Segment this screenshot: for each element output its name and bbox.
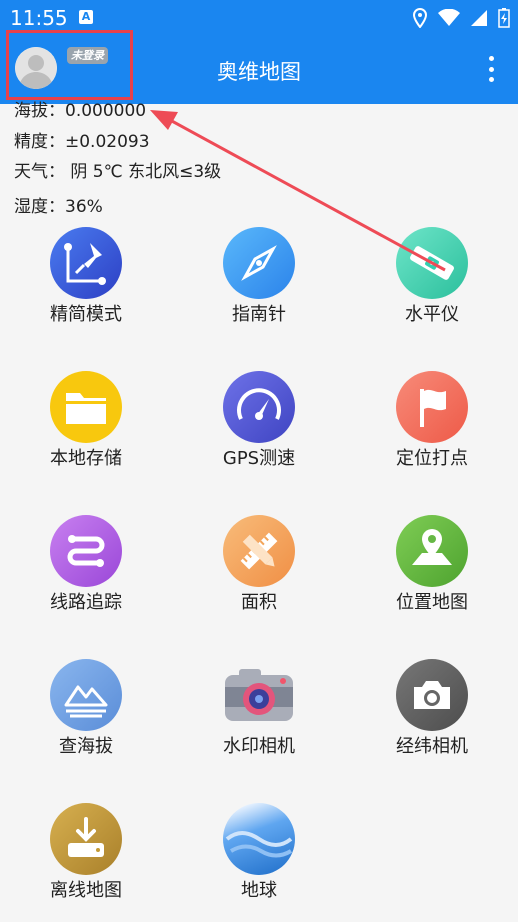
ruler-pencil-icon: [223, 515, 295, 587]
more-menu-button[interactable]: [486, 56, 496, 82]
tool-label: 经纬相机: [396, 736, 468, 757]
default-avatar-icon: [15, 47, 57, 89]
signal-icon: [471, 10, 487, 26]
accuracy-text: 精度：±0.02093: [14, 132, 150, 152]
tool-label: 精简模式: [50, 304, 122, 325]
camera-watermark-icon: [223, 659, 295, 731]
tool-label: 地球: [241, 880, 277, 901]
level-icon: [396, 227, 468, 299]
more-dot-icon: [488, 77, 494, 82]
earth-icon: [223, 803, 295, 875]
tool-label: 面积: [241, 592, 277, 613]
tool-label: 水平仪: [405, 304, 459, 325]
simple-mode-icon: [50, 227, 122, 299]
tool-latlng-camera[interactable]: 经纬相机: [346, 654, 518, 774]
tool-label: GPS测速: [222, 448, 296, 469]
flag-icon: [396, 371, 468, 443]
user-login-area[interactable]: 未登录: [6, 30, 133, 100]
tool-route-tracking[interactable]: 线路追踪: [0, 510, 172, 630]
tool-local-storage[interactable]: 本地存储: [0, 366, 172, 486]
tool-offline-map[interactable]: 离线地图: [0, 798, 172, 918]
humidity-text: 湿度：36%: [14, 197, 103, 217]
tool-label: 位置地图: [396, 592, 468, 613]
tool-label: 离线地图: [50, 880, 122, 901]
tool-label: 水印相机: [223, 736, 295, 757]
battery-icon: [498, 8, 510, 28]
more-dot-icon: [488, 56, 494, 61]
notification-a-icon: A: [79, 10, 93, 24]
mountain-icon: [50, 659, 122, 731]
folder-icon: [50, 371, 122, 443]
tool-label: 查海拔: [59, 736, 113, 757]
download-icon: [50, 803, 122, 875]
location-icon: [412, 8, 428, 28]
avatar[interactable]: [15, 47, 57, 89]
status-time: 11:55: [10, 6, 68, 30]
compass-icon: [223, 227, 295, 299]
speedometer-icon: [223, 371, 295, 443]
tool-label: 线路追踪: [50, 592, 122, 613]
tool-label: 本地存储: [50, 448, 122, 469]
tool-compass[interactable]: 指南针: [173, 222, 345, 342]
login-status-badge[interactable]: 未登录: [67, 47, 108, 64]
tool-label: 指南针: [232, 304, 286, 325]
tool-altitude[interactable]: 查海拔: [0, 654, 172, 774]
tool-watermark-camera[interactable]: 水印相机: [173, 654, 345, 774]
wifi-icon: [438, 9, 460, 26]
tool-label: 定位打点: [396, 448, 468, 469]
tool-level[interactable]: 水平仪: [346, 222, 518, 342]
map-pin-icon: [396, 515, 468, 587]
tool-area[interactable]: 面积: [173, 510, 345, 630]
tool-simple-mode[interactable]: 精简模式: [0, 222, 172, 342]
tool-location-mark[interactable]: 定位打点: [346, 366, 518, 486]
more-dot-icon: [488, 66, 494, 72]
route-icon: [50, 515, 122, 587]
camera-icon: [396, 659, 468, 731]
altitude-text: 海拔：0.000000: [14, 101, 147, 121]
tool-gps-speed[interactable]: GPS测速: [173, 366, 345, 486]
weather-text: 天气： 阴 5℃ 东北风≤3级: [14, 162, 222, 182]
tool-earth[interactable]: 地球: [173, 798, 345, 918]
tool-location-map[interactable]: 位置地图: [346, 510, 518, 630]
